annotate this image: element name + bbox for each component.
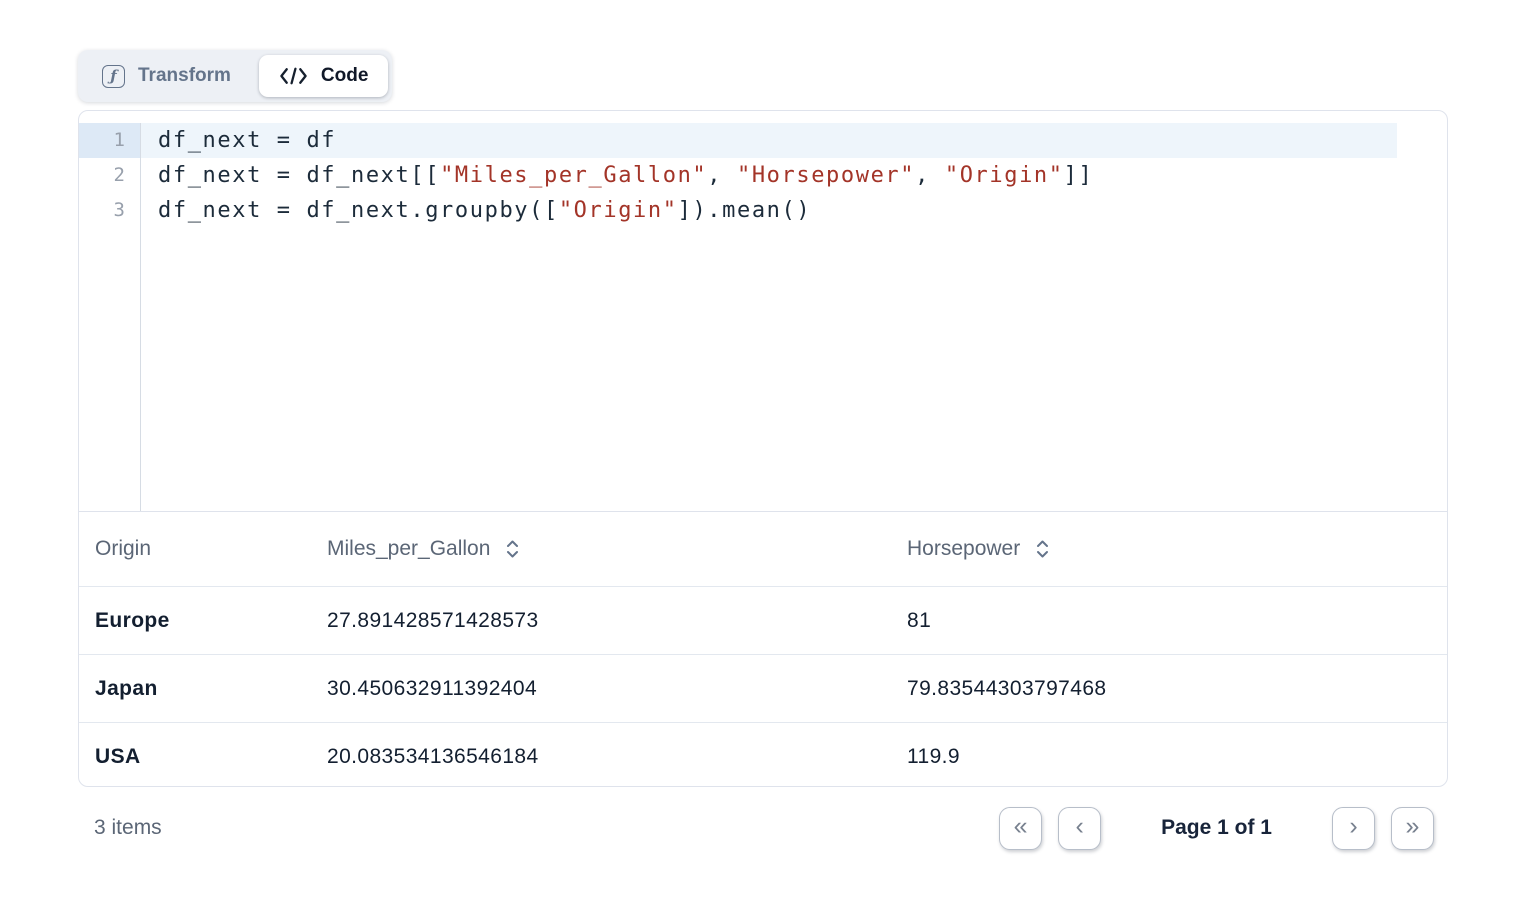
view-tabs: ƒ Transform Code	[78, 50, 392, 102]
table-cell: 79.83544303797468	[891, 655, 1447, 723]
previous-page-button[interactable]: ‹	[1058, 807, 1101, 850]
column-header-label: Horsepower	[907, 537, 1020, 561]
tab-transform[interactable]: ƒ Transform	[78, 50, 255, 102]
line-number: 3	[79, 193, 140, 228]
table-row: USA20.083534136546184119.9	[79, 723, 1447, 788]
table-header-row: Origin Miles_per_Gallon Horsepower	[79, 512, 1447, 587]
code-brackets-icon	[279, 65, 308, 87]
table-cell: 30.450632911392404	[311, 655, 891, 723]
main-panel: 123 df_next = df df_next = df_next[["Mile…	[78, 110, 1448, 787]
code-token-string: "Miles_per_Gallon"	[440, 163, 707, 188]
tab-code[interactable]: Code	[259, 55, 389, 97]
pagination: « ‹ Page 1 of 1 › »	[999, 807, 1434, 850]
code-token-plain: df_next = df_next[[	[158, 163, 440, 188]
page-indicator: Page 1 of 1	[1161, 816, 1272, 840]
code-token-plain: ,	[915, 163, 945, 188]
code-token-string: "Origin"	[559, 198, 678, 223]
result-table: OriginMiles_per_GallonHorsepower Europe2…	[79, 512, 1447, 787]
table-cell: Europe	[79, 587, 311, 655]
code-line[interactable]: df_next = df	[141, 123, 1397, 158]
table-cell: Japan	[79, 655, 311, 723]
first-page-button[interactable]: «	[999, 807, 1042, 850]
sort-icon[interactable]	[505, 537, 520, 561]
code-lines: df_next = df df_next = df_next[["Miles_pe…	[141, 123, 1447, 511]
code-token-string: "Horsepower"	[737, 163, 915, 188]
line-number: 1	[79, 123, 140, 158]
table-footer: 3 items « ‹ Page 1 of 1 › »	[78, 787, 1448, 869]
function-icon: ƒ	[102, 65, 125, 88]
table-cell: 81	[891, 587, 1447, 655]
next-page-button[interactable]: ›	[1332, 807, 1375, 850]
code-token-plain: ,	[707, 163, 737, 188]
code-line[interactable]: df_next = df_next[["Miles_per_Gallon", "…	[141, 158, 1447, 193]
items-count: 3 items	[94, 816, 162, 840]
table-cell: 119.9	[891, 723, 1447, 788]
table-cell: USA	[79, 723, 311, 788]
code-editor[interactable]: 123 df_next = df df_next = df_next[["Mile…	[79, 111, 1447, 512]
column-header-label: Origin	[95, 537, 151, 561]
column-header-miles_per_gallon[interactable]: Miles_per_Gallon	[311, 512, 891, 587]
code-token-plain: df_next = df	[158, 128, 336, 153]
code-token-string: "Origin"	[945, 163, 1064, 188]
column-header-horsepower[interactable]: Horsepower	[891, 512, 1447, 587]
code-token-plain: df_next = df_next.groupby([	[158, 198, 559, 223]
page: ƒ Transform Code 123 df_next = dfdf_next…	[0, 0, 1516, 918]
code-token-plain: ]]	[1064, 163, 1094, 188]
tab-transform-label: Transform	[138, 65, 231, 87]
table-cell: 20.083534136546184	[311, 723, 891, 788]
sort-icon[interactable]	[1035, 537, 1050, 561]
last-page-button[interactable]: »	[1391, 807, 1434, 850]
line-number-gutter: 123	[79, 123, 141, 511]
code-token-plain: ]).mean()	[678, 198, 812, 223]
tab-code-label: Code	[321, 65, 369, 87]
line-number: 2	[79, 158, 140, 193]
table-row: Europe27.89142857142857381	[79, 587, 1447, 655]
table-cell: 27.891428571428573	[311, 587, 891, 655]
column-header-origin: Origin	[79, 512, 311, 587]
code-line[interactable]: df_next = df_next.groupby(["Origin"]).me…	[141, 193, 1447, 228]
table-row: Japan30.45063291139240479.83544303797468	[79, 655, 1447, 723]
column-header-label: Miles_per_Gallon	[327, 537, 490, 561]
